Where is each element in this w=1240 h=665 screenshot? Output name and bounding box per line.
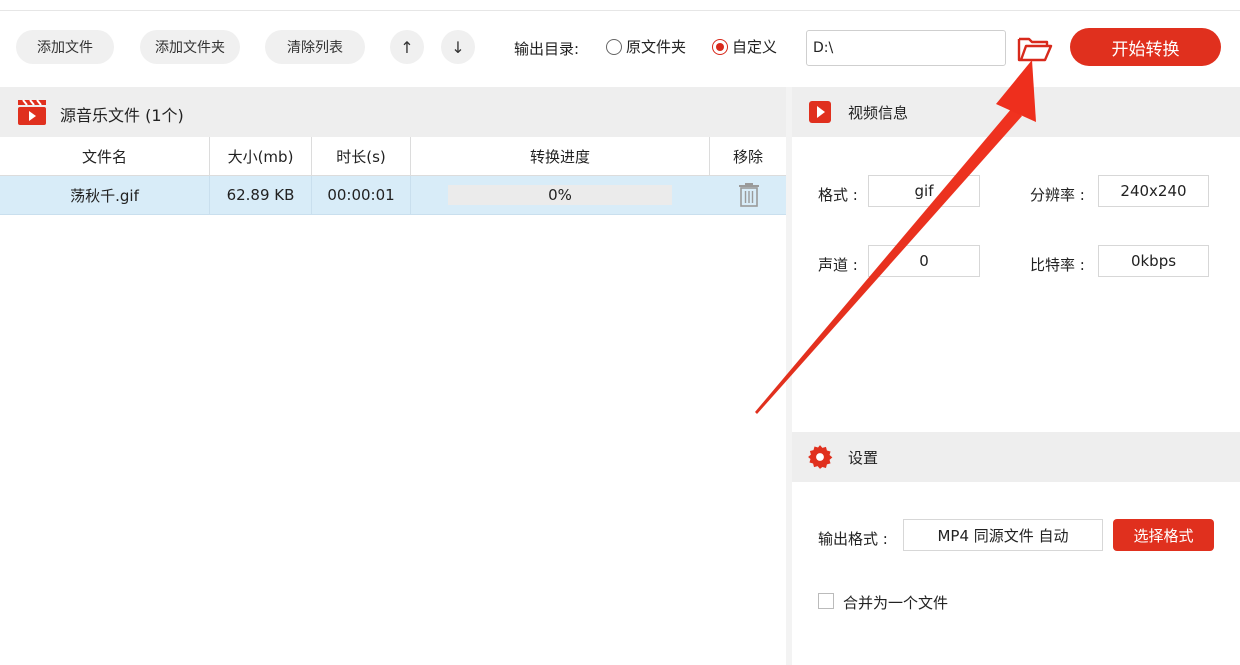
radio-custom-label: 自定义 (732, 38, 778, 56)
channel-label: 声道 : (818, 256, 858, 274)
column-duration: 时长(s) (312, 137, 411, 175)
channel-value: 0 (868, 245, 980, 277)
resolution-label: 分辨率 : (1030, 186, 1085, 204)
radio-original-label: 原文件夹 (626, 38, 687, 56)
resolution-value: 240x240 (1098, 175, 1209, 207)
output-format-value: MP4 同源文件 自动 (903, 519, 1103, 551)
source-files-header: 源音乐文件 (1个) (0, 87, 786, 137)
file-size-cell: 62.89 KB (210, 176, 312, 214)
output-path-input[interactable] (806, 30, 1006, 66)
move-down-button[interactable]: ↓ (441, 30, 475, 64)
progress-text: 0% (548, 186, 572, 204)
settings-header: 设置 (792, 432, 1240, 482)
column-filename: 文件名 (0, 137, 210, 175)
add-file-button[interactable]: 添加文件 (16, 30, 114, 64)
add-folder-button[interactable]: 添加文件夹 (140, 30, 240, 64)
file-table-header: 文件名 大小(mb) 时长(s) 转换进度 移除 (0, 137, 786, 176)
gear-icon (808, 445, 833, 469)
radio-original-indicator[interactable] (606, 38, 622, 55)
radio-custom-indicator[interactable] (712, 38, 728, 55)
format-value: gif (868, 175, 980, 207)
radio-custom-folder[interactable]: 自定义 (712, 36, 777, 57)
move-up-button[interactable]: ↑ (390, 30, 424, 64)
output-dir-label: 输出目录: (514, 40, 580, 58)
arrow-down-icon: ↓ (451, 37, 465, 57)
column-size: 大小(mb) (210, 137, 312, 175)
source-files-title: 源音乐文件 (1个) (60, 106, 184, 125)
output-format-label: 输出格式 : (818, 530, 888, 548)
start-convert-button[interactable]: 开始转换 (1070, 28, 1221, 66)
trash-icon[interactable] (736, 182, 762, 208)
format-label: 格式 : (818, 186, 858, 204)
merge-label: 合并为一个文件 (843, 594, 949, 612)
file-duration-cell: 00:00:01 (312, 176, 411, 214)
radio-original-folder[interactable]: 原文件夹 (606, 36, 686, 57)
file-name-cell: 荡秋千.gif (0, 176, 210, 214)
clear-list-button[interactable]: 清除列表 (265, 30, 365, 64)
panel-divider (786, 87, 792, 665)
bitrate-label: 比特率 : (1030, 256, 1085, 274)
column-remove: 移除 (732, 147, 763, 166)
settings-title: 设置 (848, 449, 879, 467)
folder-open-icon[interactable] (1016, 34, 1054, 64)
merge-checkbox[interactable] (818, 593, 834, 609)
select-format-button[interactable]: 选择格式 (1113, 519, 1214, 551)
arrow-up-icon: ↑ (400, 37, 414, 57)
play-icon (809, 101, 831, 123)
table-row[interactable]: 荡秋千.gif 62.89 KB 00:00:01 0% (0, 176, 786, 215)
toolbar: 添加文件 添加文件夹 清除列表 ↑ ↓ 输出目录: 原文件夹 自定义 开始转换 (0, 0, 1240, 86)
bitrate-value: 0kbps (1098, 245, 1209, 277)
video-info-title: 视频信息 (848, 104, 909, 122)
film-clapper-icon (18, 99, 46, 125)
column-progress: 转换进度 (411, 137, 710, 175)
video-info-header: 视频信息 (792, 87, 1240, 137)
